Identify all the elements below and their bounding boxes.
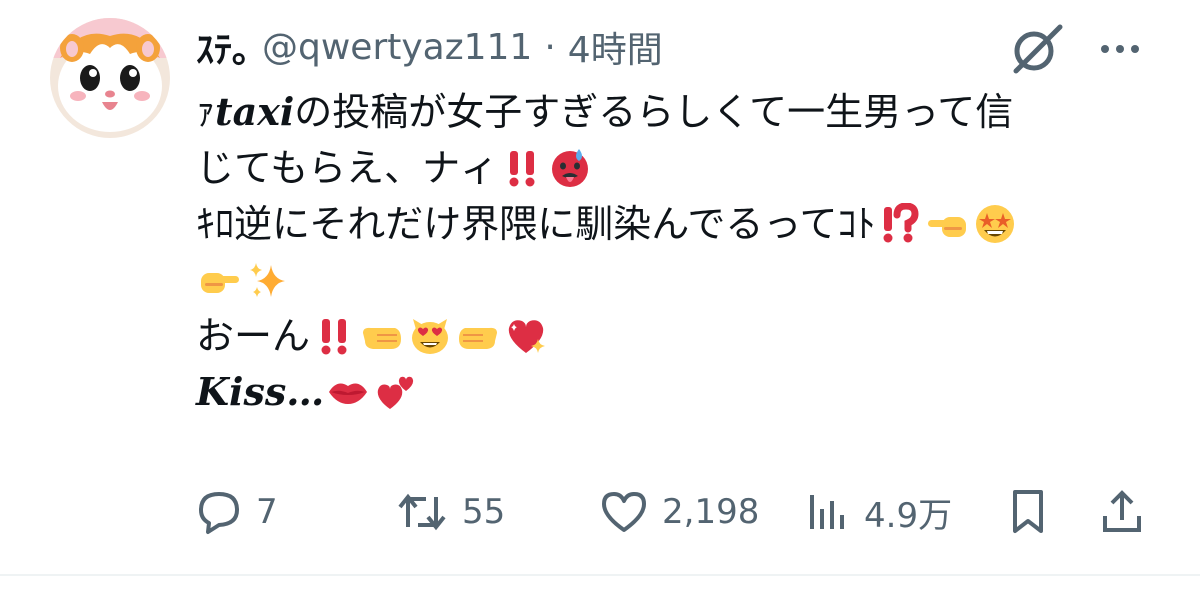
- like-count: 2,198: [662, 492, 760, 532]
- share-button[interactable]: [1100, 484, 1144, 540]
- display-name[interactable]: ｽﾃ｡: [196, 21, 250, 73]
- timestamp[interactable]: 4時間: [568, 21, 663, 73]
- share-icon: [1103, 490, 1141, 532]
- text-segment: の投稿が女子すぎるらしくて一生男って信: [294, 90, 1014, 134]
- bookmark-icon: [1013, 490, 1043, 533]
- text-line-3: ｷﾛ逆にそれだけ界隈に馴染んでるってｺﾄ: [196, 196, 1156, 252]
- tweet-text: ｧ 𝒕𝒂𝒙𝒊 の投稿が女子すぎるらしくて一生男って信 じてもらえ、ナィ ｷﾛ逆に…: [196, 84, 1156, 420]
- exclamation-question-icon: [878, 203, 920, 245]
- pointing-left-icon: [926, 203, 968, 245]
- reply-button[interactable]: 7: [196, 484, 278, 540]
- double-exclamation-icon: [501, 147, 543, 189]
- text-segment: ｷﾛ逆にそれだけ界隈に馴染んでるってｺﾄ: [196, 202, 876, 246]
- retweet-count: 55: [462, 492, 506, 532]
- more-icon[interactable]: [1100, 43, 1140, 55]
- hand-left-icon: [361, 315, 403, 357]
- styled-word-kiss: 𝑲𝒊𝒔𝒔…: [196, 369, 325, 414]
- reply-count: 7: [256, 492, 278, 532]
- user-handle[interactable]: @qwertyaz111: [262, 27, 532, 68]
- heart-icon: [602, 492, 646, 532]
- avatar[interactable]: [50, 18, 170, 138]
- double-exclamation-icon: [313, 315, 355, 357]
- two-hearts-icon: [375, 371, 417, 413]
- tweet-divider: [0, 574, 1200, 576]
- separator-dot: ·: [544, 26, 556, 68]
- tweet-actions: 7 55 2,198 4.9万: [196, 484, 1156, 540]
- analytics-icon: [810, 495, 844, 529]
- grok-icon[interactable]: [1006, 19, 1066, 79]
- text-line-5: おーん: [196, 308, 1156, 364]
- hot-face-icon: [549, 147, 591, 189]
- hamster-avatar-icon: [50, 18, 170, 138]
- like-button[interactable]: 2,198: [600, 484, 759, 540]
- views-button[interactable]: 4.9万: [806, 484, 952, 540]
- text-segment: じてもらえ、ナィ: [196, 146, 499, 190]
- retweet-icon: [398, 493, 446, 531]
- hand-right-icon: [457, 315, 499, 357]
- sparkles-icon: [247, 259, 289, 301]
- header-actions: [1006, 24, 1140, 74]
- text-segment: おーん: [196, 314, 311, 358]
- bookmark-button[interactable]: [1008, 484, 1048, 540]
- heart-eyes-cat-icon: [409, 315, 451, 357]
- retweet-button[interactable]: 55: [396, 484, 505, 540]
- text-segment: ｧ: [196, 90, 216, 134]
- star-struck-icon: [974, 203, 1016, 245]
- pointing-right-icon: [199, 259, 241, 301]
- text-line-6: 𝑲𝒊𝒔𝒔…: [196, 364, 1156, 420]
- kiss-mark-icon: [327, 371, 369, 413]
- styled-word-taxi: 𝒕𝒂𝒙𝒊: [215, 89, 295, 134]
- tweet-header: ｽﾃ｡ @qwertyaz111 · 4時間: [196, 22, 663, 72]
- sparkling-heart-icon: [505, 315, 547, 357]
- text-line-2: じてもらえ、ナィ: [196, 140, 1156, 196]
- tweet: ｽﾃ｡ @qwertyaz111 · 4時間 ｧ 𝒕𝒂𝒙𝒊 の投稿が女子すぎるら…: [0, 0, 1200, 607]
- view-count: 4.9万: [864, 495, 953, 536]
- reply-icon: [199, 492, 239, 534]
- text-line-1: ｧ 𝒕𝒂𝒙𝒊 の投稿が女子すぎるらしくて一生男って信: [196, 84, 1156, 140]
- text-line-4: [196, 252, 1156, 308]
